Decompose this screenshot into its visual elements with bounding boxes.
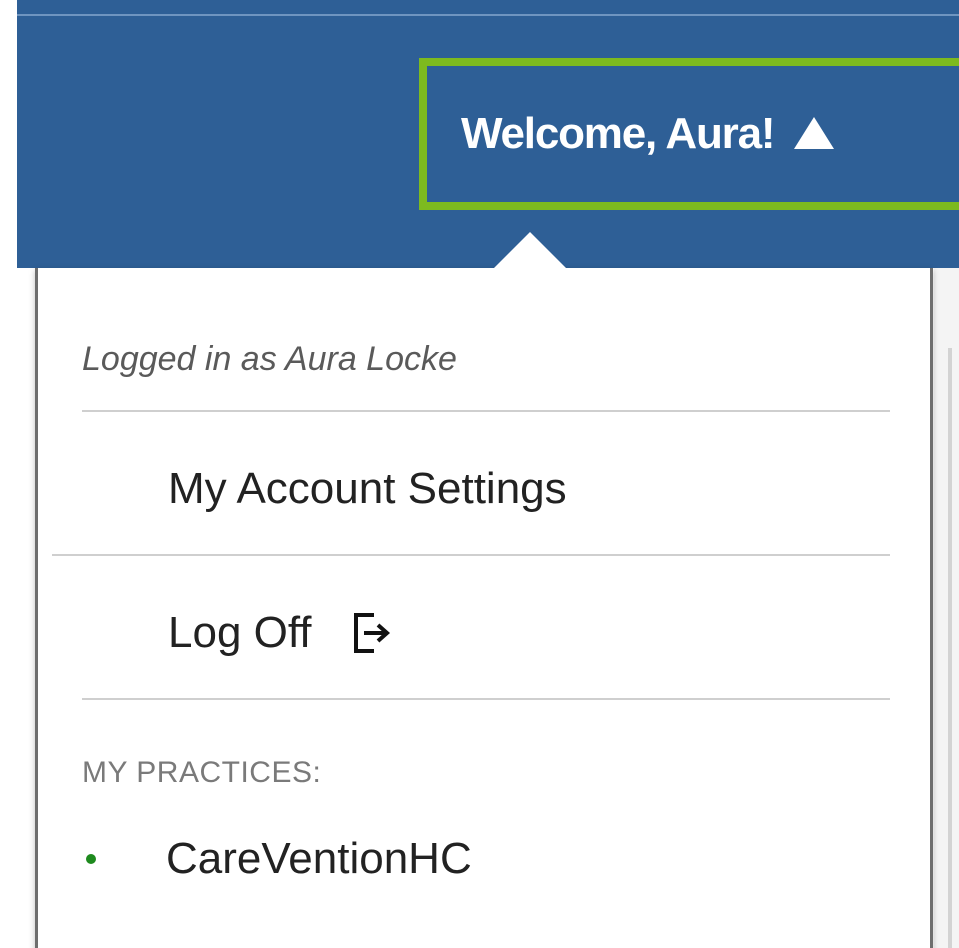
page: Welcome, Aura! Logged in as Aura Locke M… <box>0 0 959 948</box>
left-page-margin <box>0 0 17 948</box>
my-account-settings-link[interactable]: My Account Settings <box>168 464 567 514</box>
log-off-link[interactable]: Log Off <box>168 608 394 658</box>
divider <box>52 554 890 556</box>
dropdown-pointer <box>490 232 570 272</box>
user-menu-dropdown: Logged in as Aura Locke My Account Setti… <box>35 268 933 948</box>
welcome-text: Welcome, Aura! <box>461 109 775 158</box>
menu-item-label: Log Off <box>168 608 312 657</box>
logged-in-label: Logged in as Aura Locke <box>82 340 457 378</box>
log-off-icon <box>350 611 394 655</box>
active-status-dot-icon <box>86 854 96 864</box>
divider <box>82 698 890 700</box>
divider <box>82 410 890 412</box>
header-top-line <box>17 14 959 16</box>
practice-name: CareVentionHC <box>166 834 472 883</box>
caret-up-icon <box>794 117 835 149</box>
practice-item-careventionhc[interactable]: CareVentionHC <box>86 834 472 884</box>
background-scrollbar <box>948 348 952 948</box>
menu-item-label: My Account Settings <box>168 464 567 513</box>
background-page-edge <box>934 268 959 948</box>
user-menu-toggle[interactable]: Welcome, Aura! <box>419 58 959 210</box>
my-practices-heading: MY PRACTICES: <box>82 756 322 789</box>
